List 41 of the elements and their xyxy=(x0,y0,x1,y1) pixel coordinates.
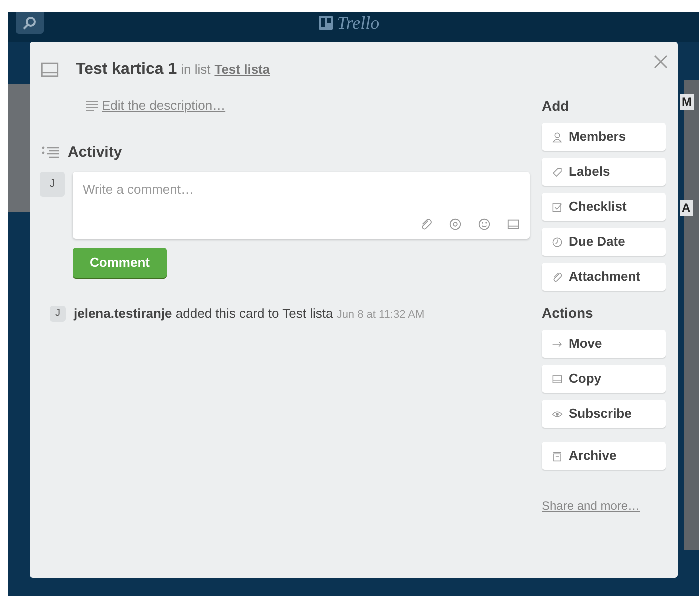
smiley-icon[interactable] xyxy=(478,218,491,231)
tag-icon xyxy=(552,166,563,178)
comment-field[interactable]: Write a comment… xyxy=(73,172,530,239)
card-icon xyxy=(40,60,60,80)
user-avatar: J xyxy=(50,306,66,322)
sidebar-button[interactable]: Due Date xyxy=(542,228,666,256)
checkbox-icon xyxy=(552,202,563,212)
list-link[interactable]: Test lista xyxy=(214,60,270,80)
comment-input[interactable]: Write a comment… xyxy=(83,180,520,200)
sidebar-button[interactable]: Labels xyxy=(542,158,666,186)
at-sign-icon[interactable] xyxy=(449,218,462,231)
sidebar-button[interactable]: Copy xyxy=(542,365,666,393)
sidebar-button[interactable]: Archive xyxy=(542,442,666,470)
section-heading: Actions xyxy=(542,304,594,323)
card-title: Test kartica 1 xyxy=(76,60,178,80)
person-icon xyxy=(552,132,563,142)
sidebar-button[interactable]: Subscribe xyxy=(542,400,666,428)
card-icon[interactable] xyxy=(507,218,520,231)
clock-icon xyxy=(552,236,563,248)
sidebar-button[interactable]: Move xyxy=(542,330,666,358)
paperclip-icon[interactable] xyxy=(420,218,433,231)
close-icon xyxy=(654,55,668,70)
board-text: M xyxy=(680,94,694,110)
user-avatar: J xyxy=(40,172,65,197)
activity-entry: jelena.testiranje added this card to Test lista Jun 8 at 11:32 AM xyxy=(74,305,425,323)
activity-list-icon xyxy=(42,146,60,160)
paperclip-icon xyxy=(552,272,563,282)
list-label: in list xyxy=(181,61,211,79)
text-lines-icon xyxy=(86,100,98,111)
search-button[interactable] xyxy=(16,12,44,34)
archive-icon xyxy=(552,450,563,462)
sidebar-button[interactable]: Members xyxy=(542,123,666,151)
logo-icon xyxy=(319,16,334,30)
sidebar-button[interactable]: Checklist xyxy=(542,193,666,221)
logo-text: Trello xyxy=(337,14,380,32)
section-heading: Activity xyxy=(68,142,122,162)
card-icon xyxy=(552,374,563,384)
search-icon xyxy=(23,16,37,30)
section-heading: Add xyxy=(542,97,570,116)
board-text: A xyxy=(680,200,693,216)
sidebar-button[interactable]: Attachment xyxy=(542,263,666,291)
